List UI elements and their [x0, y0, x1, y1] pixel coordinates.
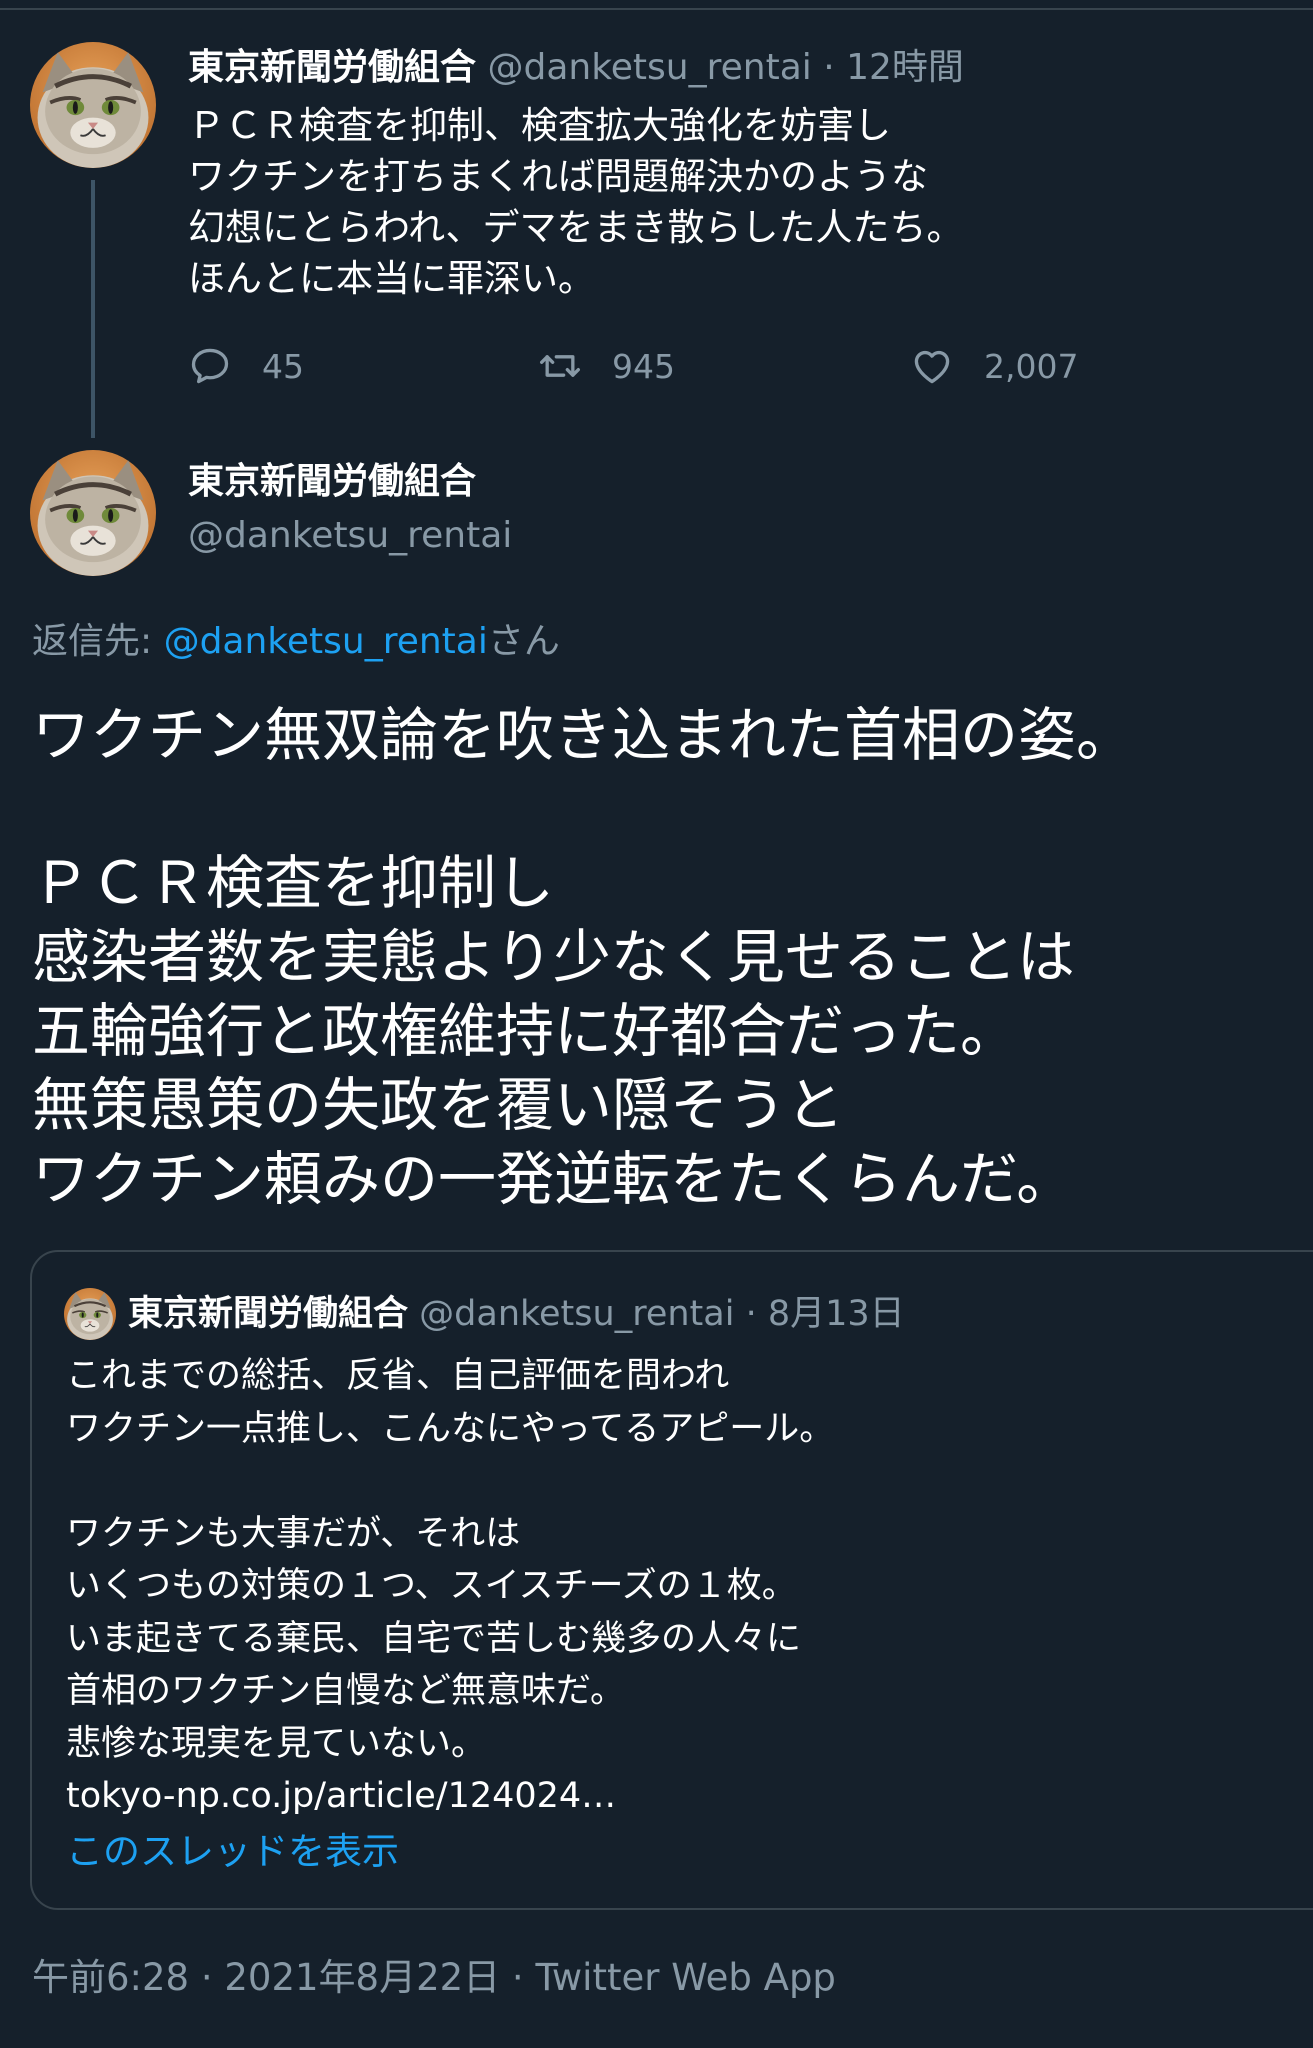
- thread-connector-line: [91, 180, 95, 438]
- retweet-button[interactable]: 945: [538, 338, 675, 394]
- tweet-timestamp-footer[interactable]: 午前6:28 · 2021年8月22日 · Twitter Web App: [32, 1950, 836, 2006]
- quoted-text-line: これまでの総括、反省、自己評価を問われ: [66, 1356, 730, 1396]
- top-divider: [0, 0, 1313, 10]
- quoted-tweet-card[interactable]: 東京新聞労働組合 @danketsu_rentai · 8月13日 これまでの総…: [30, 1250, 1313, 1910]
- reply-prefix: 返信先:: [32, 621, 164, 662]
- retweet-count: 945: [612, 346, 675, 386]
- quoted-text-line: いま起きてる棄民、自宅で苦しむ幾多の人々に: [66, 1618, 802, 1659]
- tweet-text-line: ワクチン頼みの一発逆転をたくらんだ。: [32, 1145, 1075, 1213]
- avatar[interactable]: [30, 450, 156, 576]
- tweet-text: ＰＣＲ検査を抑制、検査拡大強化を妨害し ワクチンを打ちまくれば問題解決かのような…: [188, 100, 1268, 304]
- tweet-time[interactable]: 12時間: [846, 47, 964, 88]
- tweet-text-line: 五輪強行と政権維持に好都合だった。: [32, 997, 1019, 1065]
- author-name: 東京新聞労働組合: [128, 1294, 409, 1334]
- like-button[interactable]: 2,007: [910, 338, 1078, 394]
- quoted-text-line: [66, 1455, 1266, 1508]
- tweet-text-line: ワクチン無双論を吹き込まれた首相の姿。: [32, 701, 1135, 769]
- tweet-text-line: 感染者数を実態より少なく見せることは: [32, 923, 1075, 991]
- tweet-text: ワクチン無双論を吹き込まれた首相の姿。 ＰＣＲ検査を抑制し 感染者数を実態より少…: [32, 698, 1292, 1216]
- avatar: [64, 1288, 116, 1340]
- cat-avatar: [64, 1288, 116, 1340]
- avatar[interactable]: [30, 42, 156, 168]
- separator-dot: ·: [823, 47, 835, 88]
- reply-suffix: さん: [487, 621, 560, 662]
- tweet-actions: 45 945 2,007: [188, 338, 1268, 394]
- quoted-text-line: いくつもの対策の１つ、スイスチーズの１枚。: [66, 1566, 797, 1606]
- author-handle: @danketsu_rentai: [419, 1294, 735, 1334]
- quoted-tweet-header: 東京新聞労働組合 @danketsu_rentai · 8月13日: [128, 1286, 905, 1342]
- quoted-text-line: 悲惨な現実を見ていない。: [66, 1723, 487, 1764]
- show-thread-link[interactable]: このスレッドを表示: [66, 1824, 399, 1880]
- heart-icon: [914, 350, 950, 384]
- cat-avatar: [30, 42, 156, 168]
- tweet-text-line: ワクチンを打ちまくれば問題解決かのような: [188, 155, 928, 198]
- tweet-header: 東京新聞労働組合 @danketsu_rentai · 12時間: [188, 40, 1268, 96]
- author-handle[interactable]: @danketsu_rentai: [487, 47, 811, 88]
- tweet-text-line: [32, 772, 1292, 846]
- retweet-icon: [540, 355, 580, 377]
- tweet-text-line: 無策愚策の失政を覆い隠そうと: [32, 1071, 845, 1139]
- tweet-text-line: ＰＣＲ検査を抑制し: [32, 849, 555, 917]
- reply-to-handle-link[interactable]: @danketsu_rentai: [164, 621, 488, 662]
- tweet-text-line: ＰＣＲ検査を抑制、検査拡大強化を妨害し: [188, 104, 891, 147]
- reply-button[interactable]: 45: [188, 338, 304, 394]
- cat-avatar: [30, 450, 156, 576]
- quoted-text-line: ワクチン一点推し、こんなにやってるアピール。: [66, 1408, 835, 1449]
- author-handle[interactable]: @danketsu_rentai: [188, 508, 512, 564]
- tweet-text-line: ほんとに本当に罪深い。: [188, 257, 595, 300]
- author-name[interactable]: 東京新聞労働組合: [188, 454, 476, 510]
- quoted-url-text: tokyo-np.co.jp/article/124024…: [66, 1776, 617, 1816]
- quoted-tweet-text: これまでの総括、反省、自己評価を問われ ワクチン一点推し、こんなにやってるアピー…: [66, 1350, 1266, 1823]
- tweet-text-line: 幻想にとらわれ、デマをまき散らした人たち。: [188, 206, 964, 249]
- quoted-text-line: ワクチンも大事だが、それは: [66, 1513, 521, 1554]
- reply-icon: [191, 348, 229, 384]
- reply-count: 45: [262, 346, 304, 386]
- like-count: 2,007: [984, 346, 1079, 386]
- quoted-tweet-date: 8月13日: [767, 1294, 905, 1334]
- separator-dot: ·: [745, 1294, 757, 1334]
- quoted-text-line: 首相のワクチン自慢など無意味だ。: [66, 1671, 625, 1711]
- author-name[interactable]: 東京新聞労働組合: [188, 47, 476, 88]
- replying-to: 返信先: @danketsu_rentaiさん: [32, 614, 560, 670]
